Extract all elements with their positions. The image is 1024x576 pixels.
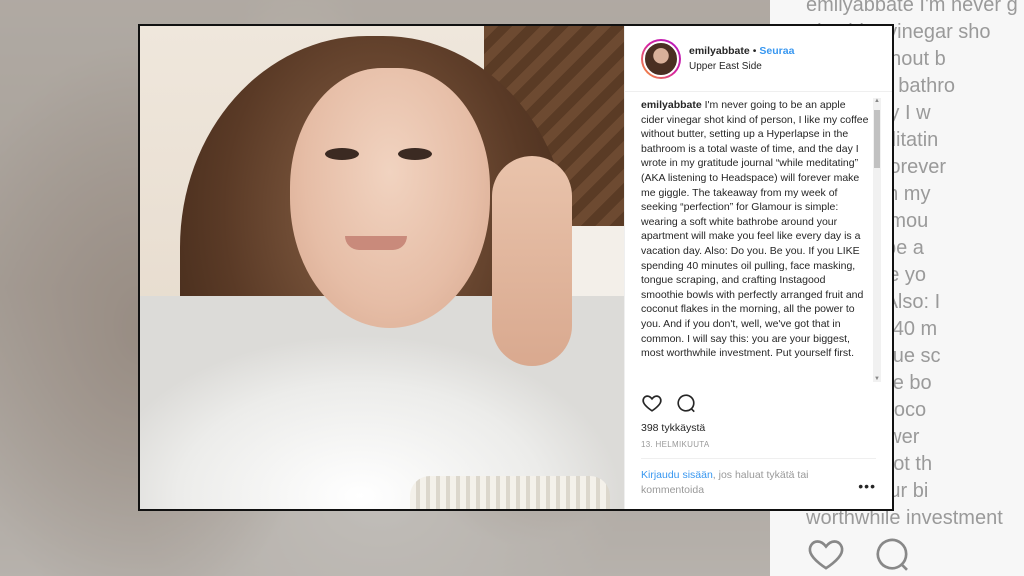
- heart-icon[interactable]: [641, 392, 663, 414]
- scroll-thumb[interactable]: [874, 110, 880, 168]
- divider: [641, 458, 876, 459]
- follow-button[interactable]: Seuraa: [759, 45, 794, 57]
- background-caption-line: emilyabbate I'm never g: [806, 0, 1018, 16]
- scrollbar[interactable]: ▲ ▼: [873, 98, 881, 382]
- caption-text: I'm never going to be an apple cider vin…: [641, 99, 869, 360]
- post-date: 13. HELMIKUUTA: [641, 440, 710, 449]
- post-photo: [140, 26, 624, 509]
- post-header: emilyabbate • Seuraa Upper East Side: [625, 26, 892, 92]
- more-options-icon[interactable]: •••: [858, 478, 876, 494]
- scroll-up-arrow-icon[interactable]: ▲: [874, 98, 880, 104]
- location-link[interactable]: Upper East Side: [689, 61, 794, 72]
- heart-icon: [808, 540, 844, 570]
- caption: emilyabbate I'm never going to be an app…: [641, 98, 881, 361]
- caption-scroll-area[interactable]: emilyabbate I'm never going to be an app…: [641, 98, 881, 382]
- comment-icon: [876, 538, 908, 571]
- separator: •: [752, 45, 757, 57]
- post-sidebar: emilyabbate • Seuraa Upper East Side emi…: [624, 26, 892, 509]
- post-actions: [641, 392, 697, 414]
- likes-count[interactable]: 398 tykkäystä: [641, 422, 705, 434]
- comment-icon[interactable]: [675, 392, 697, 414]
- username-link[interactable]: emilyabbate: [689, 45, 750, 57]
- login-prompt: Kirjaudu sisään, jos haluat tykätä tai k…: [641, 468, 841, 498]
- background-actions: [806, 534, 912, 574]
- avatar[interactable]: [641, 38, 681, 79]
- scroll-down-arrow-icon[interactable]: ▼: [874, 376, 880, 382]
- caption-username[interactable]: emilyabbate: [641, 99, 702, 111]
- post-modal: emilyabbate • Seuraa Upper East Side emi…: [138, 24, 894, 511]
- login-link[interactable]: Kirjaudu sisään: [641, 469, 713, 481]
